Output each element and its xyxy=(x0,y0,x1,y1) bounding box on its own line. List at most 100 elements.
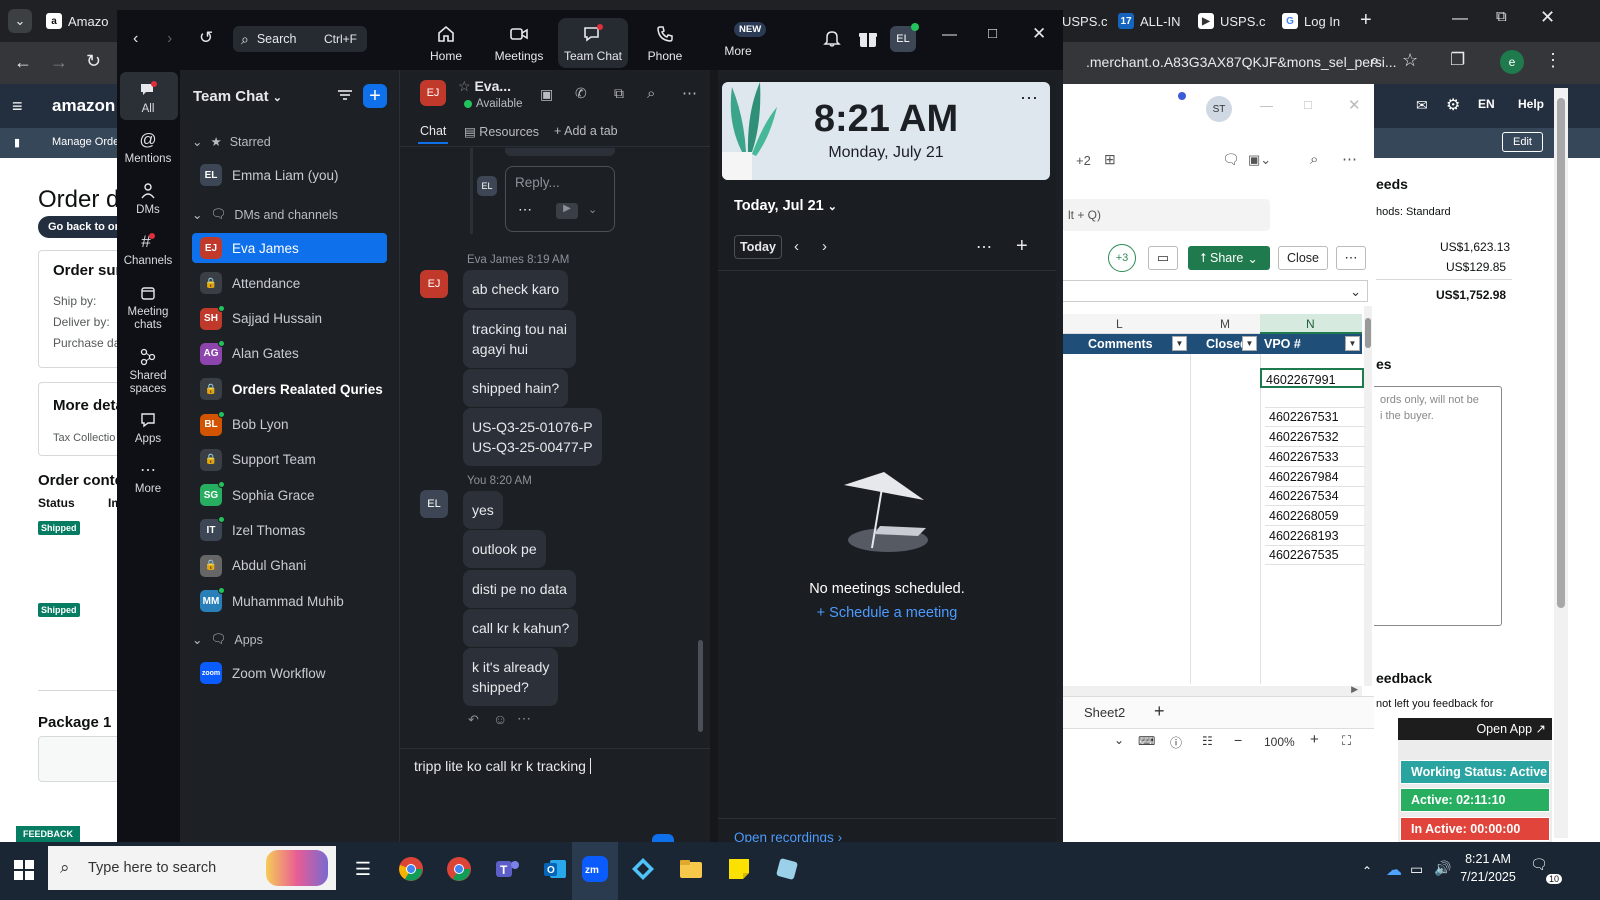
chat-message[interactable]: ab check karo xyxy=(463,270,569,308)
rail-mentions[interactable]: @ Mentions xyxy=(118,130,178,165)
message-composer-input[interactable]: tripp lite ko call kr k tracking xyxy=(414,758,704,818)
reload-icon[interactable]: ↻ xyxy=(86,51,101,72)
history-icon[interactable]: ↺ xyxy=(199,28,213,48)
nav-team-chat[interactable]: Team Chat xyxy=(562,24,624,63)
chat-message[interactable]: k it's already shipped? xyxy=(463,648,559,706)
more-options-icon[interactable]: ⋯ xyxy=(682,84,697,102)
spreadsheet-cell[interactable]: 4602268193 xyxy=(1265,526,1365,546)
window-close-icon[interactable]: ✕ xyxy=(1540,7,1555,28)
more-options-icon[interactable]: ⋯ xyxy=(1342,150,1357,168)
language-selector[interactable]: EN xyxy=(1478,97,1495,111)
section-dms-channels[interactable]: ⌄ 🗨 DMs and channels xyxy=(192,207,338,222)
browser-menu-icon[interactable]: ⋮ xyxy=(1544,50,1562,71)
day-selector[interactable]: Today, Jul 21 ⌄ xyxy=(734,198,837,214)
filter-icon[interactable] xyxy=(336,86,354,104)
help-icon[interactable]: ⓘ xyxy=(1170,734,1182,751)
column-letter[interactable]: L xyxy=(1116,317,1123,331)
chrome-profile-icon[interactable] xyxy=(438,848,480,890)
spreadsheet-cell[interactable]: 4602267533 xyxy=(1265,447,1365,467)
rail-apps[interactable]: Apps xyxy=(118,410,178,445)
add-meeting-plus-icon[interactable]: + xyxy=(1016,235,1028,258)
list-item-contact[interactable]: BL Bob Lyon xyxy=(192,410,387,440)
windows-start-icon[interactable] xyxy=(14,860,34,880)
file-explorer-icon[interactable] xyxy=(670,848,712,890)
sticky-notes-icon[interactable] xyxy=(718,848,760,890)
peer-name[interactable]: ☆ Eva... xyxy=(458,78,511,95)
close-button[interactable]: Close xyxy=(1278,246,1328,270)
extensions-icon[interactable]: ❐ xyxy=(1450,50,1465,70)
onedrive-icon[interactable]: ☁ xyxy=(1386,860,1402,880)
comment-icon[interactable]: 🗨 xyxy=(1222,151,1240,168)
reply-thread-icon[interactable]: ↶ xyxy=(468,712,479,728)
zoom-in-icon[interactable]: + xyxy=(1310,731,1319,748)
rail-dms[interactable]: DMs xyxy=(118,181,178,216)
gift-icon[interactable] xyxy=(857,28,879,50)
spreadsheet-cell[interactable]: 4602267534 xyxy=(1265,486,1365,507)
camera-icon[interactable]: ▣⌄ xyxy=(1248,152,1271,168)
page-scrollbar[interactable] xyxy=(1554,88,1568,838)
gear-icon[interactable]: ⚙ xyxy=(1446,95,1460,115)
tab-add[interactable]: + Add a tab xyxy=(554,124,618,138)
chat-message[interactable]: shipped hain? xyxy=(463,369,569,407)
list-item-contact[interactable]: SH Sajjad Hussain xyxy=(192,304,387,334)
hamburger-icon[interactable]: ≡ xyxy=(12,96,23,117)
zoom-search-input[interactable]: ⌕ Search Ctrl+F xyxy=(233,26,367,52)
diamond-app-icon[interactable] xyxy=(622,848,664,890)
chat-message[interactable]: tracking tou nai agayi hui xyxy=(463,310,576,368)
vertical-scrollbar[interactable] xyxy=(1364,306,1372,686)
chevron-down-icon[interactable]: ⌄ xyxy=(588,203,597,216)
add-collaborator-icon[interactable]: ⊞ xyxy=(1104,151,1116,168)
chat-scrollbar[interactable] xyxy=(697,150,705,740)
close-icon[interactable]: ✕ xyxy=(1032,24,1046,44)
address-bar[interactable]: .merchant.o.A83G3AX87QKJF&mons_sel_persi… xyxy=(1086,54,1396,70)
browser-tab-login[interactable]: G Log In xyxy=(1282,8,1340,34)
task-view-icon[interactable]: ☰ xyxy=(342,848,384,890)
list-item-contact[interactable]: 🔒 Abdul Ghani xyxy=(192,551,387,581)
keyboard-icon[interactable]: ⌨ xyxy=(1138,734,1155,748)
thread-reply-input[interactable]: Reply... ⋯ ▶ ⌄ xyxy=(505,166,615,232)
participants-count[interactable]: +3 xyxy=(1108,244,1136,272)
tab-resources[interactable]: ▤ Resources xyxy=(464,124,539,139)
prev-day-icon[interactable]: ‹ xyxy=(794,238,799,255)
more-options-icon[interactable]: ⋯ xyxy=(976,237,992,257)
browser-tab-allin[interactable]: 17 ALL-IN xyxy=(1118,8,1180,34)
filter-dropdown-icon[interactable]: ▼ xyxy=(1172,336,1187,351)
sheet-tab[interactable]: Sheet2 xyxy=(1084,705,1125,720)
notification-center-icon[interactable]: 🗨 10 xyxy=(1530,856,1562,884)
excel-search-box[interactable]: lt + Q) xyxy=(1062,199,1270,231)
chat-message[interactable]: outlook pe xyxy=(463,530,546,568)
share-button[interactable]: ⭡ Share ⌄ xyxy=(1188,246,1270,270)
rail-more[interactable]: ⋯ More xyxy=(118,460,178,495)
rail-all[interactable]: All xyxy=(118,80,178,115)
list-item-contact[interactable]: 🔒 Attendance xyxy=(192,268,387,298)
more-options-icon[interactable]: ⋯ xyxy=(517,710,531,727)
rail-meeting-chats[interactable]: Meeting chats xyxy=(118,283,178,332)
send-icon[interactable]: ▶ xyxy=(556,203,578,219)
profile-avatar[interactable]: e xyxy=(1500,50,1524,74)
chevron-down-icon[interactable]: ⌄ xyxy=(1114,733,1124,747)
manage-orders-link[interactable]: Manage Order xyxy=(52,136,123,148)
list-item-contact[interactable]: IT Izel Thomas xyxy=(192,515,387,545)
maximize-icon[interactable]: □ xyxy=(1304,97,1312,112)
new-tab-plus-icon[interactable]: + xyxy=(1360,9,1372,32)
forward-arrow-icon[interactable]: → xyxy=(50,52,68,73)
outlook-icon[interactable]: O xyxy=(534,848,576,890)
taskbar-clock[interactable]: 8:21 AM 7/21/2025 xyxy=(1458,850,1518,886)
search-icon[interactable]: ⌕ xyxy=(647,85,655,102)
network-icon[interactable]: ▭ xyxy=(1410,861,1423,878)
teams-icon[interactable]: T xyxy=(486,848,528,890)
more-options-icon[interactable]: ⋯ xyxy=(518,201,532,218)
mail-icon[interactable]: ✉ xyxy=(1416,97,1428,114)
search-icon[interactable]: ⌕ xyxy=(1310,151,1318,168)
spreadsheet-cell[interactable]: 4602267531 xyxy=(1265,407,1365,428)
edit-button[interactable]: Edit xyxy=(1502,132,1543,152)
chrome-icon[interactable] xyxy=(390,848,432,890)
next-day-icon[interactable]: › xyxy=(822,238,827,255)
schedule-meeting-link[interactable]: + Schedule a meeting xyxy=(718,605,1056,621)
volume-icon[interactable]: 🔊 xyxy=(1434,860,1451,877)
help-link[interactable]: Help xyxy=(1518,97,1544,111)
phone-call-icon[interactable]: ✆ xyxy=(575,85,587,102)
taskbar-search-input[interactable]: ⌕ Type here to search xyxy=(48,846,336,890)
browser-tab-usps-2[interactable]: ▶ USPS.c xyxy=(1198,8,1266,34)
nav-meetings[interactable]: Meetings xyxy=(492,24,546,63)
